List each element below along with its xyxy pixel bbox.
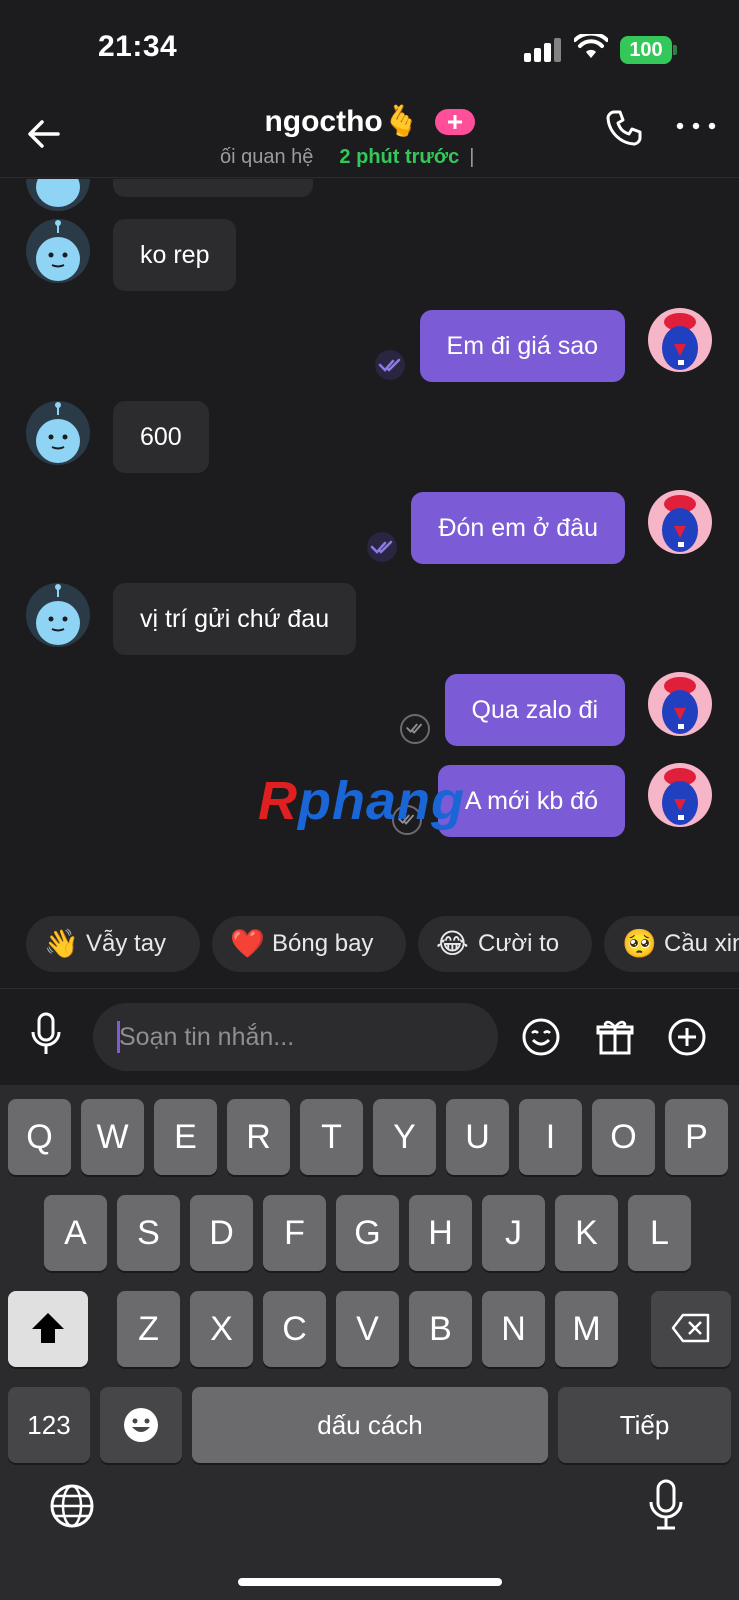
contact-name: ngoctho xyxy=(264,104,383,138)
message-bubble-outgoing[interactable]: Đón em ở đâu xyxy=(411,492,625,564)
contact-name-emoji: 🫰 xyxy=(382,105,421,138)
key-p[interactable]: P xyxy=(665,1099,728,1175)
composer-divider xyxy=(0,988,739,989)
key-x[interactable]: X xyxy=(190,1291,253,1367)
message-bubble-incoming[interactable]: ko rep xyxy=(113,219,237,291)
key-d[interactable]: D xyxy=(190,1195,253,1271)
phone-call-icon[interactable] xyxy=(604,108,644,148)
key-n[interactable]: N xyxy=(482,1291,545,1367)
add-circle-icon[interactable] xyxy=(667,1017,707,1057)
key-w[interactable]: W xyxy=(81,1099,144,1175)
return-key[interactable]: Tiếp xyxy=(558,1387,731,1463)
message-bubble-incoming[interactable]: 600 xyxy=(113,401,209,473)
message-bubble-outgoing[interactable]: Em đi giá sao xyxy=(419,310,625,382)
emoji-sticker-icon[interactable] xyxy=(521,1017,561,1057)
message-bubble-partial[interactable] xyxy=(113,179,313,197)
message-bubble-incoming[interactable]: vị trí gửi chứ đau xyxy=(113,583,357,655)
watermark-logo: Rphang xyxy=(258,771,465,831)
microphone-icon[interactable] xyxy=(28,1010,64,1060)
key-b[interactable]: B xyxy=(409,1291,472,1367)
key-u[interactable]: U xyxy=(446,1099,509,1175)
relationship-label: ối quan hệ xyxy=(220,146,314,168)
key-t[interactable]: T xyxy=(300,1099,363,1175)
status-bar: 21:34 100 xyxy=(0,0,739,100)
shift-key[interactable] xyxy=(8,1291,88,1367)
quick-reaction-plead[interactable]: 🥺 Cầu xin xyxy=(604,916,739,972)
pleading-face-icon: 🥺 xyxy=(622,928,657,959)
key-l[interactable]: L xyxy=(628,1195,691,1271)
message-bubble-outgoing[interactable]: A mới kb đó xyxy=(437,765,625,837)
key-h[interactable]: H xyxy=(409,1195,472,1271)
my-avatar[interactable] xyxy=(648,308,712,372)
last-seen-label: 2 phút trước xyxy=(339,146,460,168)
battery-indicator: 100 xyxy=(620,36,672,64)
backspace-key[interactable] xyxy=(651,1291,731,1367)
contact-avatar[interactable] xyxy=(26,583,90,647)
my-avatar[interactable] xyxy=(648,763,712,827)
key-r[interactable]: R xyxy=(227,1099,290,1175)
status-time: 21:34 xyxy=(98,30,178,63)
contact-avatar[interactable] xyxy=(26,401,90,465)
key-e[interactable]: E xyxy=(154,1099,217,1175)
read-receipt-icon xyxy=(375,350,405,380)
globe-icon[interactable] xyxy=(48,1482,96,1530)
onscreen-keyboard: Q W E R T Y U I O P A S D F G H J K L Z … xyxy=(0,1085,739,1600)
home-indicator[interactable] xyxy=(238,1578,502,1586)
key-y[interactable]: Y xyxy=(373,1099,436,1175)
contact-subtitle: ối quan hệ 2 phút trước | xyxy=(220,146,474,169)
plus-badge[interactable] xyxy=(434,108,475,135)
message-input[interactable]: Soạn tin nhắn... xyxy=(93,1003,498,1071)
key-o[interactable]: O xyxy=(592,1099,655,1175)
space-key[interactable]: dấu cách xyxy=(192,1387,548,1463)
quick-reaction-laugh[interactable]: 😂 Cười to xyxy=(418,916,592,972)
key-s[interactable]: S xyxy=(117,1195,180,1271)
chat-header: ngoctho🫰 ối quan hệ 2 phút trước | xyxy=(0,100,739,178)
waving-hand-icon: 👋 xyxy=(44,928,79,959)
laughing-face-icon: 😂 xyxy=(436,928,469,959)
contact-avatar[interactable] xyxy=(26,219,90,283)
quick-reaction-balloon[interactable]: ❤️ Bóng bay xyxy=(212,916,406,972)
more-options-icon[interactable] xyxy=(676,120,716,132)
wifi-icon xyxy=(574,34,608,58)
key-k[interactable]: K xyxy=(555,1195,618,1271)
quick-reactions-bar[interactable]: 👋 Vẫy tay ❤️ Bóng bay 😂 Cười to 🥺 Cầu xin xyxy=(0,916,739,974)
key-v[interactable]: V xyxy=(336,1291,399,1367)
cellular-signal-icon xyxy=(524,38,562,62)
read-receipt-icon xyxy=(367,532,397,562)
key-z[interactable]: Z xyxy=(117,1291,180,1367)
delivered-receipt-icon xyxy=(400,714,430,744)
key-q[interactable]: Q xyxy=(8,1099,71,1175)
shift-arrow-icon xyxy=(32,1313,64,1343)
key-a[interactable]: A xyxy=(44,1195,107,1271)
backspace-icon xyxy=(671,1313,710,1343)
heart-icon: ❤️ xyxy=(230,928,265,959)
key-j[interactable]: J xyxy=(482,1195,545,1271)
numbers-key[interactable]: 123 xyxy=(8,1387,90,1463)
key-g[interactable]: G xyxy=(336,1195,399,1271)
message-bubble-outgoing[interactable]: Qua zalo đi xyxy=(444,674,625,746)
my-avatar[interactable] xyxy=(648,672,712,736)
quick-reaction-wave[interactable]: 👋 Vẫy tay xyxy=(26,916,200,972)
my-avatar[interactable] xyxy=(648,490,712,554)
battery-tip xyxy=(673,45,677,55)
emoji-key[interactable] xyxy=(100,1387,182,1463)
key-c[interactable]: C xyxy=(263,1291,326,1367)
emoji-face-icon xyxy=(124,1408,158,1442)
gift-icon[interactable] xyxy=(595,1017,635,1057)
key-m[interactable]: M xyxy=(555,1291,618,1367)
key-i[interactable]: I xyxy=(519,1099,582,1175)
dictation-microphone-icon[interactable] xyxy=(646,1478,686,1534)
contact-avatar[interactable] xyxy=(26,179,90,211)
subtitle-separator: | xyxy=(469,146,475,168)
key-f[interactable]: F xyxy=(263,1195,326,1271)
